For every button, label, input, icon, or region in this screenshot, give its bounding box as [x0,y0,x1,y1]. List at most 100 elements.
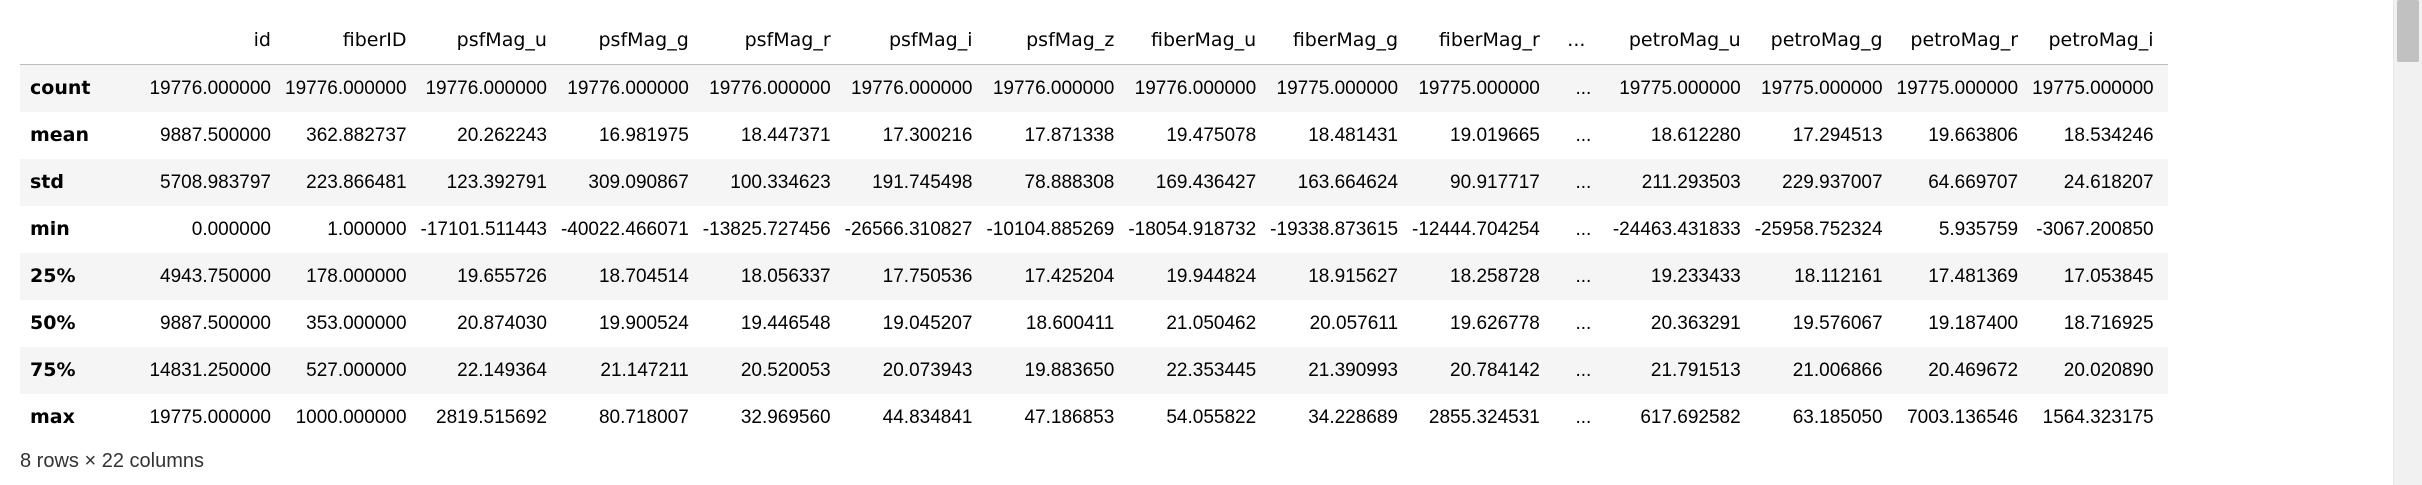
table-cell: 309.090867 [588,172,689,193]
scrollbar-thumb[interactable] [2397,0,2419,62]
table-cell: -40022.466071 [560,219,689,240]
table-cell: 20.262243 [457,125,547,146]
table-cell: 18.600411 [1025,313,1115,334]
column-header: fiberID [285,17,421,65]
table-cell: 19775.000000 [1276,78,1399,99]
row-index-label: 50% [30,312,76,334]
table-cell: 18.056337 [740,266,831,287]
table-cell: 9887.500000 [160,313,271,334]
ellipsis-cell: ... [1575,360,1592,381]
ellipsis-cell: ... [1575,313,1592,334]
table-cell: -10104.885269 [986,219,1115,240]
table-cell: 21.390993 [1308,360,1399,381]
table-cell: 19.045207 [882,313,973,334]
table-cell: 19775.000000 [1619,78,1741,99]
table-cell: 22.149364 [457,360,547,381]
table-cell: 34.228689 [1308,407,1399,428]
dataframe-output: id fiberID psfMag_u psfMag_g psfMag_r psfMag_… [0,0,2390,485]
table-cell: 17.750536 [882,266,973,287]
table-cell: 20.057611 [1309,313,1399,334]
table-cell: 32.969560 [740,407,831,428]
column-header-ellipsis: ... [1553,17,1613,65]
table-cell: 19776.000000 [992,78,1115,99]
ellipsis-cell: ... [1575,78,1592,99]
table-row: std 5708.983797 223.866481 123.392791 309.09… [20,159,2168,206]
column-header: psfMag_z [986,17,1129,65]
table-cell: 14831.250000 [149,360,271,381]
table-cell: 211.293503 [1641,172,1741,193]
ellipsis-cell: ... [1575,266,1592,287]
table-cell: 24.618207 [2063,172,2154,193]
row-index-label: max [30,406,75,428]
table-cell: 17.481369 [1928,266,2019,287]
table-cell: 2819.515692 [436,407,547,428]
table-cell: -3067.200850 [2036,219,2154,240]
table-cell: 19.576067 [1792,313,1883,334]
table-cell: 21.006866 [1792,360,1883,381]
row-index-label: 25% [30,265,76,287]
table-cell: 18.704514 [598,266,689,287]
table-cell: 18.481431 [1308,125,1399,146]
table-cell: 7003.136546 [1907,407,2019,428]
table-cell: 20.073943 [882,360,973,381]
table-cell: 17.294513 [1792,125,1883,146]
table-cell: 19776.000000 [149,78,271,99]
table-cell: 20.363291 [1650,313,1741,334]
ellipsis-cell: ... [1575,407,1592,428]
column-header: fiberMag_r [1412,17,1554,65]
row-index-label: mean [30,124,90,146]
column-header: psfMag_g [560,17,703,65]
table-cell: 18.915627 [1308,266,1399,287]
table-cell: 191.745498 [872,172,973,193]
column-header: id [121,17,285,65]
header-row: id fiberID psfMag_u psfMag_g psfMag_r psfMag_… [20,17,2168,65]
table-cell: 18.258728 [1450,266,1540,287]
table-cell: 20.020890 [2063,360,2154,381]
table-cell: 353.000000 [306,313,407,334]
index-header-corner [20,17,121,65]
table-cell: 178.000000 [306,266,407,287]
table-cell: 19776.000000 [1134,78,1257,99]
table-cell: 17.300216 [882,125,973,146]
ellipsis-cell: ... [1575,172,1592,193]
table-cell: 19.446548 [740,313,831,334]
table-cell: 527.000000 [306,360,407,381]
table-cell: -17101.511443 [420,219,547,240]
column-header: fiberMag_g [1270,17,1413,65]
table-cell: 22.353445 [1166,360,1257,381]
table-cell: 63.185050 [1792,407,1883,428]
table-cell: -24463.431833 [1612,219,1741,240]
table-cell: 19775.000000 [1418,78,1540,99]
table-cell: 229.937007 [1782,172,1883,193]
table-cell: 1.000000 [327,219,407,240]
table-cell: 19776.000000 [850,78,973,99]
table-cell: -19338.873615 [1270,219,1399,240]
table-cell: 19775.000000 [1896,78,2019,99]
table-cell: 20.784142 [1450,360,1540,381]
table-cell: 19776.000000 [285,78,407,99]
table-cell: -25958.752324 [1754,219,1883,240]
row-index-label: 75% [30,359,76,381]
table-cell: 47.186853 [1024,407,1115,428]
shape-summary: 8 rows × 22 columns [20,450,204,472]
table-cell: -12444.704254 [1412,219,1540,240]
table-cell: 19775.000000 [149,407,271,428]
table-row: min 0.000000 1.000000 -17101.511443 -40022.4… [20,206,2168,253]
table-cell: 90.917717 [1450,172,1540,193]
table-cell: 17.053845 [2063,266,2154,287]
table-cell: 223.866481 [306,172,407,193]
table-row: mean 9887.500000 362.882737 20.262243 16.981… [20,112,2168,159]
column-header: fiberMag_u [1128,17,1271,65]
table-row: 50% 9887.500000 353.000000 20.874030 19.9005… [20,300,2168,347]
table-body: count 19776.000000 19776.000000 19776.00000… [20,64,2168,441]
table-cell: 5708.983797 [160,172,271,193]
row-index-label: min [30,218,70,240]
table-row: 25% 4943.750000 178.000000 19.655726 18.7045… [20,253,2168,300]
table-cell: 19.883650 [1024,360,1115,381]
table-cell: 19.187400 [1928,313,2019,334]
vertical-scrollbar[interactable] [2393,0,2422,485]
table-cell: 5.935759 [1938,219,2019,240]
row-index-label: std [30,171,64,193]
table-cell: 18.447371 [740,125,831,146]
table-row: 75% 14831.250000 527.000000 22.149364 21.147… [20,347,2168,394]
